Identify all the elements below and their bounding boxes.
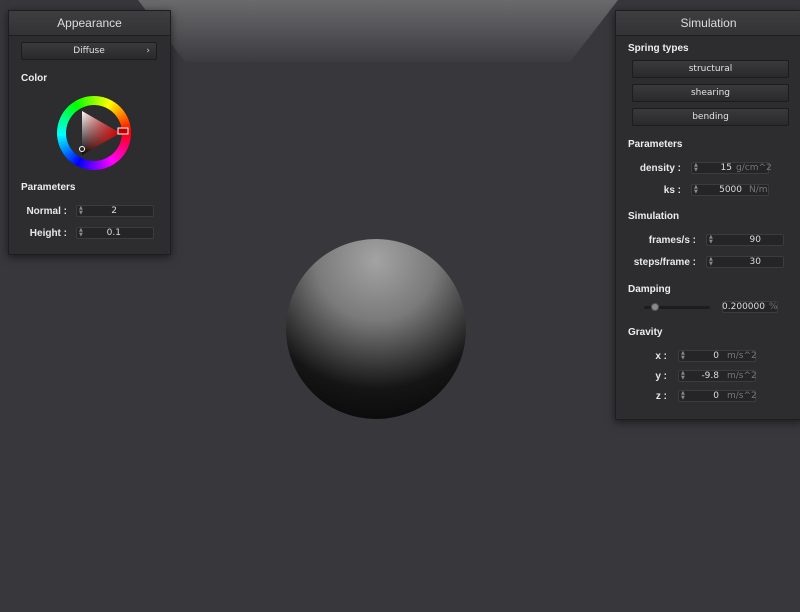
spinner-icon[interactable]: ▲ ▼ <box>709 257 713 267</box>
simulation-panel: Simulation Spring types structural shear… <box>615 10 800 420</box>
material-dropdown-label: Diffuse <box>73 46 105 56</box>
bending-button[interactable]: bending <box>632 108 789 126</box>
height-input[interactable]: ▲ ▼ 0.1 <box>76 227 154 239</box>
simulation-title: Simulation <box>616 11 800 36</box>
fps-input[interactable]: ▲ ▼ 90 <box>706 234 784 246</box>
spinner-icon[interactable]: ▲ ▼ <box>681 371 685 381</box>
damping-value: 0.200000 <box>722 302 765 312</box>
gravity-z-value: 0 <box>713 391 719 401</box>
gravity-y-value: -9.8 <box>701 371 719 381</box>
fps-value: 90 <box>749 235 761 245</box>
structural-button[interactable]: structural <box>632 60 789 78</box>
density-input[interactable]: ▲ ▼ 15 g/cm^2 <box>691 162 772 174</box>
appearance-title: Appearance <box>9 11 170 36</box>
cloth-sphere <box>286 239 466 419</box>
gravity-x-label: x : <box>655 351 667 362</box>
gravity-z-input[interactable]: ▲ ▼ 0 m/s^2 <box>678 390 757 402</box>
gravity-y-input[interactable]: ▲ ▼ -9.8 m/s^2 <box>678 370 757 382</box>
gravity-z-unit: m/s^2 <box>727 391 757 401</box>
height-value: 0.1 <box>106 228 121 238</box>
normal-label: Normal : <box>26 206 67 217</box>
normal-input[interactable]: ▲ ▼ 2 <box>76 205 154 217</box>
spinner-icon[interactable]: ▲ ▼ <box>694 185 698 195</box>
appearance-parameters-label: Parameters <box>21 182 76 193</box>
gravity-y-label: y : <box>655 371 667 382</box>
shearing-button[interactable]: shearing <box>632 84 789 102</box>
gravity-x-unit: m/s^2 <box>727 351 757 361</box>
color-wheel[interactable] <box>54 93 134 173</box>
gravity-x-value: 0 <box>713 351 719 361</box>
density-value: 15 <box>720 163 732 173</box>
ks-value: 5000 <box>719 185 742 195</box>
chevron-right-icon: › <box>146 46 150 56</box>
gravity-y-unit: m/s^2 <box>727 371 757 381</box>
simulation-section-label: Simulation <box>628 211 680 222</box>
spinner-icon[interactable]: ▲ ▼ <box>79 228 83 238</box>
fps-label: frames/s : <box>648 235 696 246</box>
spring-types-label: Spring types <box>628 43 689 54</box>
ks-input[interactable]: ▲ ▼ 5000 N/m <box>691 184 769 196</box>
appearance-panel: Appearance Diffuse › Color Parameters No… <box>8 10 171 255</box>
spinner-icon[interactable]: ▲ ▼ <box>681 351 685 361</box>
spinner-icon[interactable]: ▲ ▼ <box>694 163 698 173</box>
spinner-icon[interactable]: ▲ ▼ <box>709 235 713 245</box>
steps-label: steps/frame : <box>633 257 696 268</box>
gravity-z-label: z : <box>655 391 667 402</box>
density-label: density : <box>639 163 681 174</box>
damping-label: Damping <box>628 284 671 295</box>
spinner-icon[interactable]: ▲ ▼ <box>79 206 83 216</box>
steps-value: 30 <box>749 257 761 267</box>
sim-parameters-label: Parameters <box>628 139 683 150</box>
color-section-label: Color <box>21 73 48 84</box>
steps-input[interactable]: ▲ ▼ 30 <box>706 256 784 268</box>
spinner-icon[interactable]: ▲ ▼ <box>681 391 685 401</box>
height-label: Height : <box>29 228 67 239</box>
gravity-x-input[interactable]: ▲ ▼ 0 m/s^2 <box>678 350 757 362</box>
gravity-label: Gravity <box>628 327 663 338</box>
damping-input[interactable]: 0.200000 % <box>722 301 778 313</box>
light-cone <box>138 0 618 62</box>
normal-value: 2 <box>111 206 117 216</box>
ks-label: ks : <box>663 185 681 196</box>
damping-unit: % <box>769 302 778 312</box>
material-dropdown[interactable]: Diffuse › <box>21 42 157 60</box>
ks-unit: N/m <box>749 185 768 195</box>
hue-selector-handle[interactable] <box>117 127 129 135</box>
damping-slider-handle[interactable] <box>650 303 659 311</box>
density-unit: g/cm^2 <box>736 163 772 173</box>
